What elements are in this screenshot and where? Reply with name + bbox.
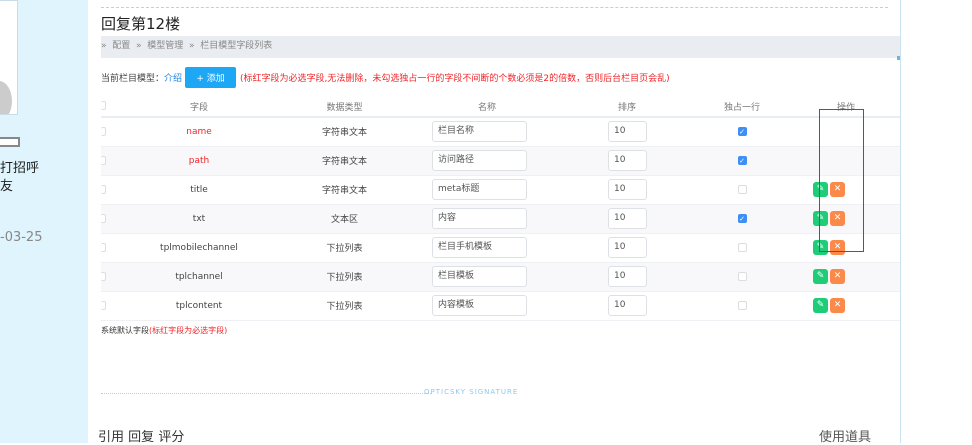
col-name: 名称	[412, 96, 562, 118]
add-friend-link[interactable]: 友	[0, 175, 13, 194]
post-body: 回复第12楼 » 配置 » 模型管理 » 栏目模型字段列表 当前栏目模型： 介绍…	[88, 0, 901, 445]
field-type: 下拉列表	[277, 291, 412, 321]
row-checkbox[interactable]	[101, 300, 106, 310]
user-sidebar: 打招呼 友 -03-25	[0, 0, 88, 443]
edit-icon[interactable]: ✎	[813, 269, 828, 284]
breadcrumb-item[interactable]: 模型管理	[147, 41, 183, 51]
delete-icon[interactable]: ✕	[830, 269, 845, 284]
warning-text: (标红字段为必选字段,无法删除，未勾选独占一行的字段不间断的个数必须是2的倍数，…	[240, 73, 670, 84]
post-title: 回复第12楼	[101, 15, 181, 33]
sort-input[interactable]: 10	[608, 208, 647, 229]
exclusive-checkbox[interactable]: ✓	[737, 155, 747, 165]
field-type: 文本区	[277, 204, 412, 234]
table-note: 系统默认字段(标红字段为必选字段)	[101, 324, 251, 334]
sort-input[interactable]: 10	[608, 237, 647, 258]
field-type: 下拉列表	[277, 262, 412, 292]
exclusive-checkbox[interactable]: ✓	[737, 126, 747, 136]
model-link[interactable]: 介绍	[164, 71, 182, 84]
note-text: 系统默认字段	[101, 326, 149, 334]
note-red: (标红字段为必选字段)	[149, 326, 228, 334]
highlight-box	[819, 109, 864, 252]
delete-icon[interactable]: ✕	[830, 298, 845, 313]
breadcrumb-sep: »	[101, 41, 107, 51]
exclusive-checkbox[interactable]	[737, 271, 747, 281]
exclusive-checkbox[interactable]: ✓	[737, 213, 747, 223]
field-type: 字符串文本	[277, 175, 412, 205]
name-input[interactable]: 内容模板	[432, 295, 527, 316]
col-field: 字段	[121, 96, 277, 118]
avatar[interactable]	[0, 0, 18, 115]
row-checkbox[interactable]	[101, 184, 106, 194]
model-label: 当前栏目模型：	[101, 73, 165, 84]
name-input[interactable]: 栏目名称	[432, 121, 527, 143]
use-tools-link[interactable]: 使用道具	[819, 426, 871, 445]
name-input[interactable]: 访问路径	[432, 150, 527, 171]
register-date: -03-25	[0, 230, 43, 245]
breadcrumb-item[interactable]: 配置	[112, 41, 130, 51]
sort-input[interactable]: 10	[608, 266, 647, 287]
field-table: 字段 数据类型 名称 排序 独占一行 操作 name 字符串文本 栏目名称 10 ✓ pa…	[101, 96, 900, 321]
breadcrumb: » 配置 » 模型管理 » 栏目模型字段列表	[101, 36, 900, 60]
table-row: name 字符串文本 栏目名称 10 ✓	[101, 117, 900, 147]
col-exclusive: 独占一行	[692, 96, 792, 118]
table-row: tplmobilechannel 下拉列表 栏目手机模板 10 ✎ ✕	[101, 233, 900, 263]
table-row: tplcontent 下拉列表 内容模板 10 ✎ ✕	[101, 291, 900, 321]
name-input[interactable]: 栏目手机模板	[432, 237, 527, 258]
col-sort: 排序	[562, 96, 692, 118]
col-type: 数据类型	[277, 96, 412, 118]
row-checkbox[interactable]	[101, 155, 106, 165]
breadcrumb-sep: »	[189, 41, 195, 51]
sort-input[interactable]: 10	[608, 295, 647, 316]
row-checkbox[interactable]	[101, 126, 106, 136]
breadcrumb-item[interactable]: 栏目模型字段列表	[200, 41, 272, 51]
row-checkbox[interactable]	[101, 213, 106, 223]
table-row: txt 文本区 内容 10 ✓ ✎ ✕	[101, 204, 900, 234]
field-type: 下拉列表	[277, 233, 412, 263]
sidebar-button[interactable]	[0, 137, 20, 147]
add-button[interactable]: + 添加	[185, 66, 237, 88]
field-name: txt	[121, 204, 277, 234]
table-row: title 字符串文本 meta标题 10 ✎ ✕	[101, 175, 900, 205]
signature-text: OPTICSKY SIGNATURE	[424, 388, 519, 396]
sort-input[interactable]: 10	[608, 121, 647, 143]
name-input[interactable]: 栏目模板	[432, 266, 527, 287]
row-checkbox[interactable]	[101, 271, 106, 281]
field-name: title	[121, 175, 277, 205]
name-input[interactable]: 内容	[432, 208, 527, 229]
breadcrumb-sep: »	[136, 41, 142, 51]
field-type: 字符串文本	[277, 146, 412, 176]
exclusive-checkbox[interactable]	[737, 184, 747, 194]
corner-mark	[897, 56, 900, 60]
toolbar: 当前栏目模型： 介绍 + 添加 (标红字段为必选字段,无法删除，未勾选独占一行的…	[101, 66, 670, 88]
field-name: tplmobilechannel	[121, 233, 277, 263]
field-name: path	[121, 146, 277, 176]
exclusive-checkbox[interactable]	[737, 242, 747, 252]
sort-input[interactable]: 10	[608, 150, 647, 171]
edit-icon[interactable]: ✎	[813, 298, 828, 313]
sort-input[interactable]: 10	[608, 179, 647, 200]
select-all-checkbox[interactable]	[101, 101, 106, 110]
signature-line	[101, 393, 431, 394]
exclusive-checkbox[interactable]	[737, 300, 747, 310]
field-name: tplchannel	[121, 262, 277, 292]
row-checkbox[interactable]	[101, 242, 106, 252]
name-input[interactable]: meta标题	[432, 179, 527, 200]
divider	[101, 7, 888, 8]
table-row: tplchannel 下拉列表 栏目模板 10 ✎ ✕	[101, 262, 900, 292]
field-type: 字符串文本	[277, 117, 412, 147]
field-name: name	[121, 117, 277, 147]
post-actions: 引用 回复 评分	[98, 426, 184, 445]
greet-link[interactable]: 打招呼	[0, 157, 39, 176]
field-name: tplcontent	[121, 291, 277, 321]
table-row: path 字符串文本 访问路径 10 ✓	[101, 146, 900, 176]
